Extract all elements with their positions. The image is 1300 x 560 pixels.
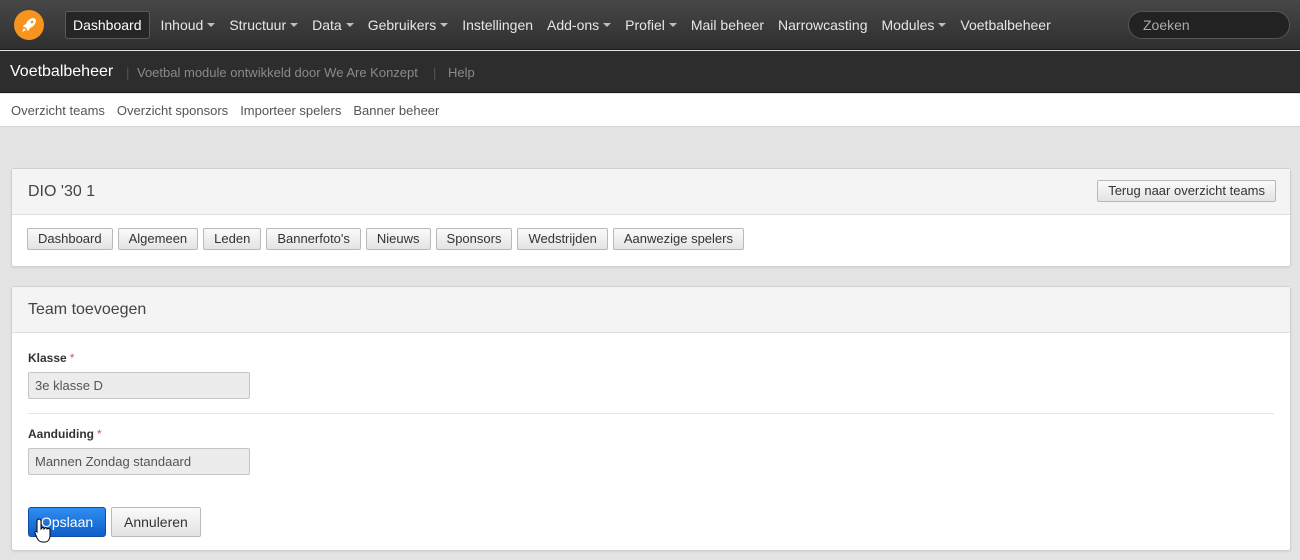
- nav-item-instellingen-label: Instellingen: [462, 17, 534, 33]
- nav-item-modules[interactable]: Modules: [875, 11, 954, 39]
- back-to-teams-button[interactable]: Terug naar overzicht teams: [1097, 180, 1276, 202]
- nav-item-dashboard-label: Dashboard: [73, 17, 142, 33]
- required-mark: *: [69, 351, 75, 365]
- module-bar: Voetbalbeheer | Voetbal module ontwikkel…: [0, 51, 1300, 93]
- team-panel: DIO '30 1 Terug naar overzicht teams Das…: [11, 168, 1291, 267]
- separator: |: [126, 65, 130, 80]
- top-navbar: Dashboard Inhoud Structuur Data Gebruikers In…: [0, 0, 1300, 50]
- nav-item-modules-label: Modules: [881, 17, 935, 33]
- nav-item-inhoud-label: Inhoud: [160, 17, 204, 33]
- main-menu: Dashboard Inhoud Structuur Data Gebruikers In…: [65, 11, 1058, 39]
- form-body: Klasse* Aanduiding* Opslaan Annuleren: [12, 333, 1290, 551]
- rocket-icon[interactable]: [14, 10, 44, 40]
- nav-item-mail-beheer[interactable]: Mail beheer: [684, 11, 771, 39]
- subnav-banner-beheer[interactable]: Banner beheer: [353, 103, 439, 118]
- aanduiding-field[interactable]: [28, 448, 250, 475]
- tab-nieuws[interactable]: Nieuws: [365, 228, 431, 250]
- cancel-button[interactable]: Annuleren: [111, 507, 201, 537]
- team-tabs: Dashboard Algemeen Leden Bannerfoto's Nieuws…: [27, 228, 749, 250]
- klasse-label: Klasse *: [28, 351, 74, 365]
- nav-item-instellingen[interactable]: Instellingen: [455, 11, 540, 39]
- nav-item-add-ons-label: Add-ons: [547, 17, 600, 33]
- nav-item-gebruikers[interactable]: Gebruikers: [361, 11, 455, 39]
- module-title[interactable]: Voetbalbeheer: [10, 63, 113, 81]
- nav-item-inhoud[interactable]: Inhoud: [154, 11, 223, 39]
- nav-item-gebruikers-label: Gebruikers: [367, 17, 437, 33]
- nav-item-profiel-label: Profiel: [625, 17, 665, 33]
- help-link[interactable]: Help: [448, 65, 475, 80]
- search-input[interactable]: [1128, 11, 1290, 39]
- divider: [28, 413, 1274, 414]
- klasse-label-text: Klasse: [28, 351, 67, 365]
- caret-down-icon: [938, 23, 947, 28]
- caret-down-icon: [440, 23, 449, 28]
- module-subnav: Overzicht teams Overzicht sponsors Impor…: [0, 94, 1300, 127]
- form-panel-header: Team toevoegen: [12, 287, 1290, 333]
- nav-item-dashboard[interactable]: Dashboard: [65, 11, 150, 39]
- tab-aanwezige-spelers[interactable]: Aanwezige spelers: [612, 228, 744, 250]
- nav-item-voetbalbeheer[interactable]: Voetbalbeheer: [953, 11, 1057, 39]
- subnav-overzicht-teams[interactable]: Overzicht teams: [11, 103, 105, 118]
- caret-down-icon: [668, 23, 677, 28]
- module-description: Voetbal module ontwikkeld door We Are Ko…: [137, 65, 418, 80]
- form-title: Team toevoegen: [28, 301, 147, 318]
- required-mark: *: [97, 427, 102, 441]
- nav-item-narrowcasting[interactable]: Narrowcasting: [771, 11, 874, 39]
- nav-item-data-label: Data: [312, 17, 342, 33]
- team-panel-header: DIO '30 1 Terug naar overzicht teams: [12, 169, 1290, 215]
- caret-down-icon: [603, 23, 612, 28]
- subnav-overzicht-sponsors[interactable]: Overzicht sponsors: [117, 103, 228, 118]
- tab-dashboard[interactable]: Dashboard: [27, 228, 113, 250]
- tab-wedstrijden[interactable]: Wedstrijden: [517, 228, 608, 250]
- tab-bannerfoto-s[interactable]: Bannerfoto's: [266, 228, 361, 250]
- nav-item-structuur[interactable]: Structuur: [222, 11, 305, 39]
- caret-down-icon: [345, 23, 354, 28]
- aanduiding-label: Aanduiding *: [28, 427, 102, 441]
- caret-down-icon: [290, 23, 299, 28]
- hand-cursor-icon: [34, 518, 51, 543]
- team-title: DIO '30 1: [28, 183, 96, 200]
- nav-item-mail-beheer-label: Mail beheer: [690, 17, 765, 33]
- tab-leden[interactable]: Leden: [203, 228, 262, 250]
- caret-down-icon: [207, 23, 216, 28]
- nav-item-structuur-label: Structuur: [229, 17, 287, 33]
- klasse-field[interactable]: [28, 372, 250, 399]
- aanduiding-label-text: Aanduiding: [28, 427, 94, 441]
- nav-item-add-ons[interactable]: Add-ons: [540, 11, 618, 39]
- team-form-panel: Team toevoegen Klasse* Aanduiding* Opsla…: [11, 286, 1291, 551]
- nav-item-profiel[interactable]: Profiel: [618, 11, 684, 39]
- nav-item-narrowcasting-label: Narrowcasting: [778, 17, 868, 33]
- tab-algemeen[interactable]: Algemeen: [117, 228, 199, 250]
- separator: |: [433, 65, 437, 80]
- subnav-importeer-spelers[interactable]: Importeer spelers: [240, 103, 341, 118]
- nav-item-voetbalbeheer-label: Voetbalbeheer: [960, 17, 1051, 33]
- tab-sponsors[interactable]: Sponsors: [435, 228, 513, 250]
- nav-item-data[interactable]: Data: [305, 11, 361, 39]
